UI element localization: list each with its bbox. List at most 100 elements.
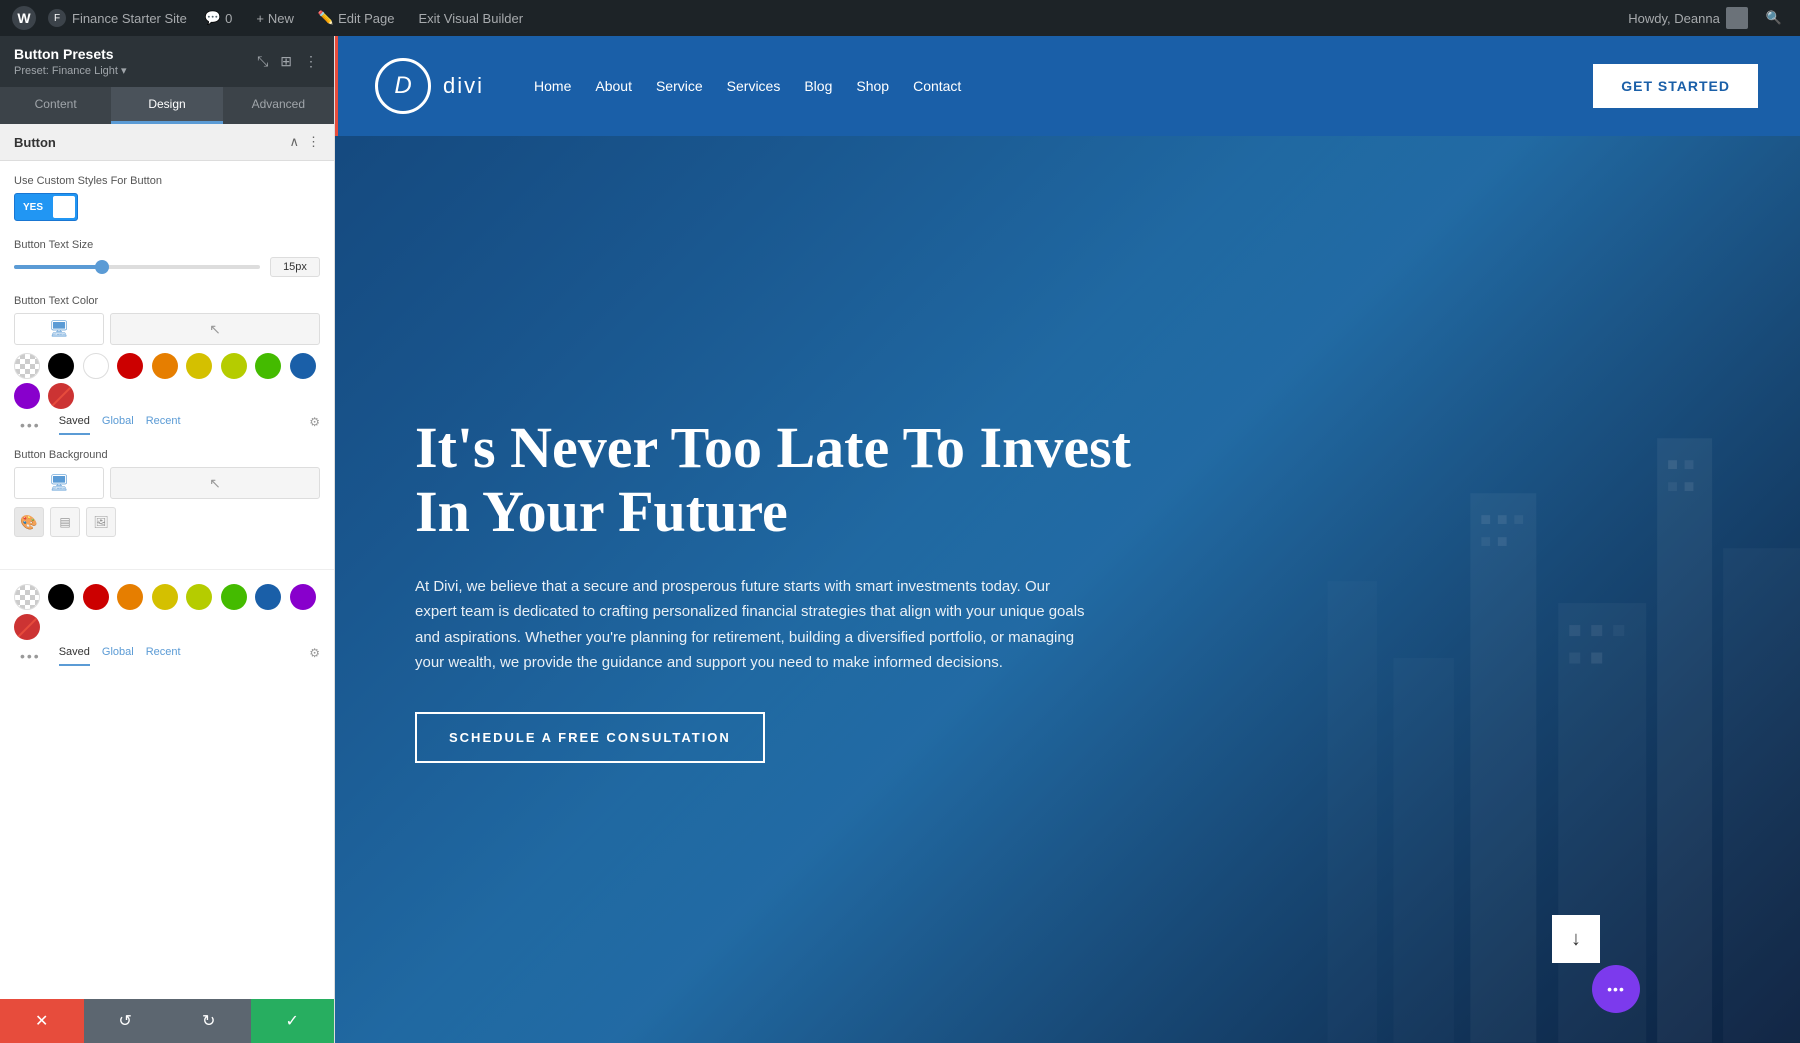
wp-admin-bar: W F Finance Starter Site 💬 0 + New ✏️ Ed… xyxy=(0,0,1800,36)
swatch-orange[interactable] xyxy=(152,353,178,379)
nav-service[interactable]: Service xyxy=(656,78,703,94)
tab-advanced[interactable]: Advanced xyxy=(223,87,334,124)
bottom-swatch-yellow1[interactable] xyxy=(152,584,178,610)
color-label: Button Text Color xyxy=(14,295,320,307)
wp-logo-icon[interactable]: W xyxy=(12,6,36,30)
swatch-yellow1[interactable] xyxy=(186,353,212,379)
save-icon: ✓ xyxy=(286,1011,299,1031)
image-icon: 🖼 xyxy=(93,515,108,529)
scroll-down-button[interactable]: ↓ xyxy=(1552,915,1600,963)
panel-subtitle[interactable]: Preset: Finance Light ▾ xyxy=(14,64,127,77)
color-swatches xyxy=(14,353,320,409)
swatch-red[interactable] xyxy=(117,353,143,379)
three-dots-1[interactable]: ••• xyxy=(14,415,47,435)
undo-button[interactable]: ↺ xyxy=(84,999,168,1043)
comments-item[interactable]: 💬 0 xyxy=(199,8,238,28)
nav-services[interactable]: Services xyxy=(727,78,781,94)
search-bar-item[interactable]: 🔍 xyxy=(1760,8,1788,28)
nav-shop[interactable]: Shop xyxy=(856,78,889,94)
exit-builder-item[interactable]: Exit Visual Builder xyxy=(412,9,529,28)
tab-design[interactable]: Design xyxy=(111,87,222,124)
color-preview-desktop[interactable]: 🖥 xyxy=(14,313,104,345)
cancel-button[interactable]: ✕ xyxy=(0,999,84,1043)
toggle-yes-label: YES xyxy=(15,198,51,217)
nav-blog[interactable]: Blog xyxy=(804,78,832,94)
nav-contact[interactable]: Contact xyxy=(913,78,961,94)
color-tab-saved[interactable]: Saved xyxy=(59,415,90,435)
save-button[interactable]: ✓ xyxy=(251,999,335,1043)
bottom-swatch-yellow2[interactable] xyxy=(186,584,212,610)
swatch-yellow2[interactable] xyxy=(221,353,247,379)
section-title: Button xyxy=(14,135,56,150)
bg-color-picker: Button Background 🖥 ↖ 🎨 xyxy=(14,449,320,537)
color-tabs: ••• Saved Global Recent ⚙ xyxy=(14,415,320,435)
swatch-black[interactable] xyxy=(48,353,74,379)
edit-page-item[interactable]: ✏️ Edit Page xyxy=(312,8,401,28)
site-nav: Home About Service Services Blog Shop Co… xyxy=(534,78,1561,94)
bottom-swatch-black[interactable] xyxy=(48,584,74,610)
gradient-icon: ▤ xyxy=(59,515,70,529)
color-tab-global[interactable]: Global xyxy=(102,415,134,435)
solid-bg-icon[interactable]: 🎨 xyxy=(14,507,44,537)
color-tab-recent[interactable]: Recent xyxy=(146,415,181,435)
bottom-swatch-transparent[interactable] xyxy=(14,584,40,610)
fab-button[interactable]: ••• xyxy=(1592,965,1640,1013)
paint-icon: 🎨 xyxy=(20,514,37,531)
panel-header: Button Presets Preset: Finance Light ▾ ⤡… xyxy=(0,36,334,87)
swatch-slash[interactable] xyxy=(48,383,74,409)
custom-styles-toggle[interactable]: YES xyxy=(14,193,78,221)
bottom-swatch-slash[interactable] xyxy=(14,614,40,640)
bottom-tab-recent[interactable]: Recent xyxy=(146,646,181,666)
gradient-bg-icon[interactable]: ▤ xyxy=(50,507,80,537)
slider-thumb[interactable] xyxy=(95,260,109,274)
nav-about[interactable]: About xyxy=(595,78,632,94)
bottom-tab-saved[interactable]: Saved xyxy=(59,646,90,666)
bg-preview-desktop[interactable]: 🖥 xyxy=(14,467,104,499)
bottom-swatch-purple[interactable] xyxy=(290,584,316,610)
slider-track[interactable] xyxy=(14,265,260,269)
monitor-icon-2: 🖥 xyxy=(49,473,69,493)
site-icon: F xyxy=(48,9,66,27)
get-started-button[interactable]: GET STARTED xyxy=(1591,62,1760,110)
hero-cta-button[interactable]: SCHEDULE A FREE CONSULTATION xyxy=(415,712,765,763)
swatch-white[interactable] xyxy=(83,353,109,379)
swatch-blue[interactable] xyxy=(290,353,316,379)
hero-content: It's Never Too Late To Invest In Your Fu… xyxy=(335,356,1235,823)
three-dots-2[interactable]: ••• xyxy=(14,646,47,666)
bottom-swatch-red[interactable] xyxy=(83,584,109,610)
nav-home[interactable]: Home xyxy=(534,78,571,94)
new-item[interactable]: + New xyxy=(250,9,300,28)
exit-builder-label: Exit Visual Builder xyxy=(418,11,523,26)
expand-icon[interactable]: ⤡ xyxy=(255,51,270,72)
color-settings-icon[interactable]: ⚙ xyxy=(309,415,320,435)
monitor-icon: 🖥 xyxy=(49,319,69,339)
color-text-input[interactable]: ↖ xyxy=(110,313,320,345)
slider-value[interactable]: 15px xyxy=(270,257,320,277)
bottom-swatch-blue[interactable] xyxy=(255,584,281,610)
section-header: Button ∧ ⋮ xyxy=(0,124,334,161)
text-size-slider-container: Button Text Size 15px xyxy=(14,239,320,277)
redo-button[interactable]: ↻ xyxy=(167,999,251,1043)
bg-label: Button Background xyxy=(14,449,320,461)
swatch-transparent[interactable] xyxy=(14,353,40,379)
grid-icon[interactable]: ⊞ xyxy=(278,51,294,72)
image-bg-icon[interactable]: 🖼 xyxy=(86,507,116,537)
collapse-icon[interactable]: ∧ xyxy=(289,134,299,150)
panel-header-icons: ⤡ ⊞ ⋮ xyxy=(255,51,320,72)
bottom-tab-global[interactable]: Global xyxy=(102,646,134,666)
section-more-icon[interactable]: ⋮ xyxy=(307,134,320,150)
swatch-purple[interactable] xyxy=(14,383,40,409)
pencil-icon: ✏️ xyxy=(318,10,334,26)
bottom-swatch-green[interactable] xyxy=(221,584,247,610)
bottom-swatch-orange[interactable] xyxy=(117,584,143,610)
logo-letter: D xyxy=(394,72,411,100)
bg-text-input[interactable]: ↖ xyxy=(110,467,320,499)
plus-icon: + xyxy=(256,11,264,26)
cursor-icon-2: ↖ xyxy=(209,475,221,492)
tab-content[interactable]: Content xyxy=(0,87,111,124)
swatch-green[interactable] xyxy=(255,353,281,379)
more-icon[interactable]: ⋮ xyxy=(302,51,320,72)
fab-icon: ••• xyxy=(1607,981,1625,997)
site-name[interactable]: F Finance Starter Site xyxy=(48,9,187,27)
bottom-settings-icon[interactable]: ⚙ xyxy=(309,646,320,666)
